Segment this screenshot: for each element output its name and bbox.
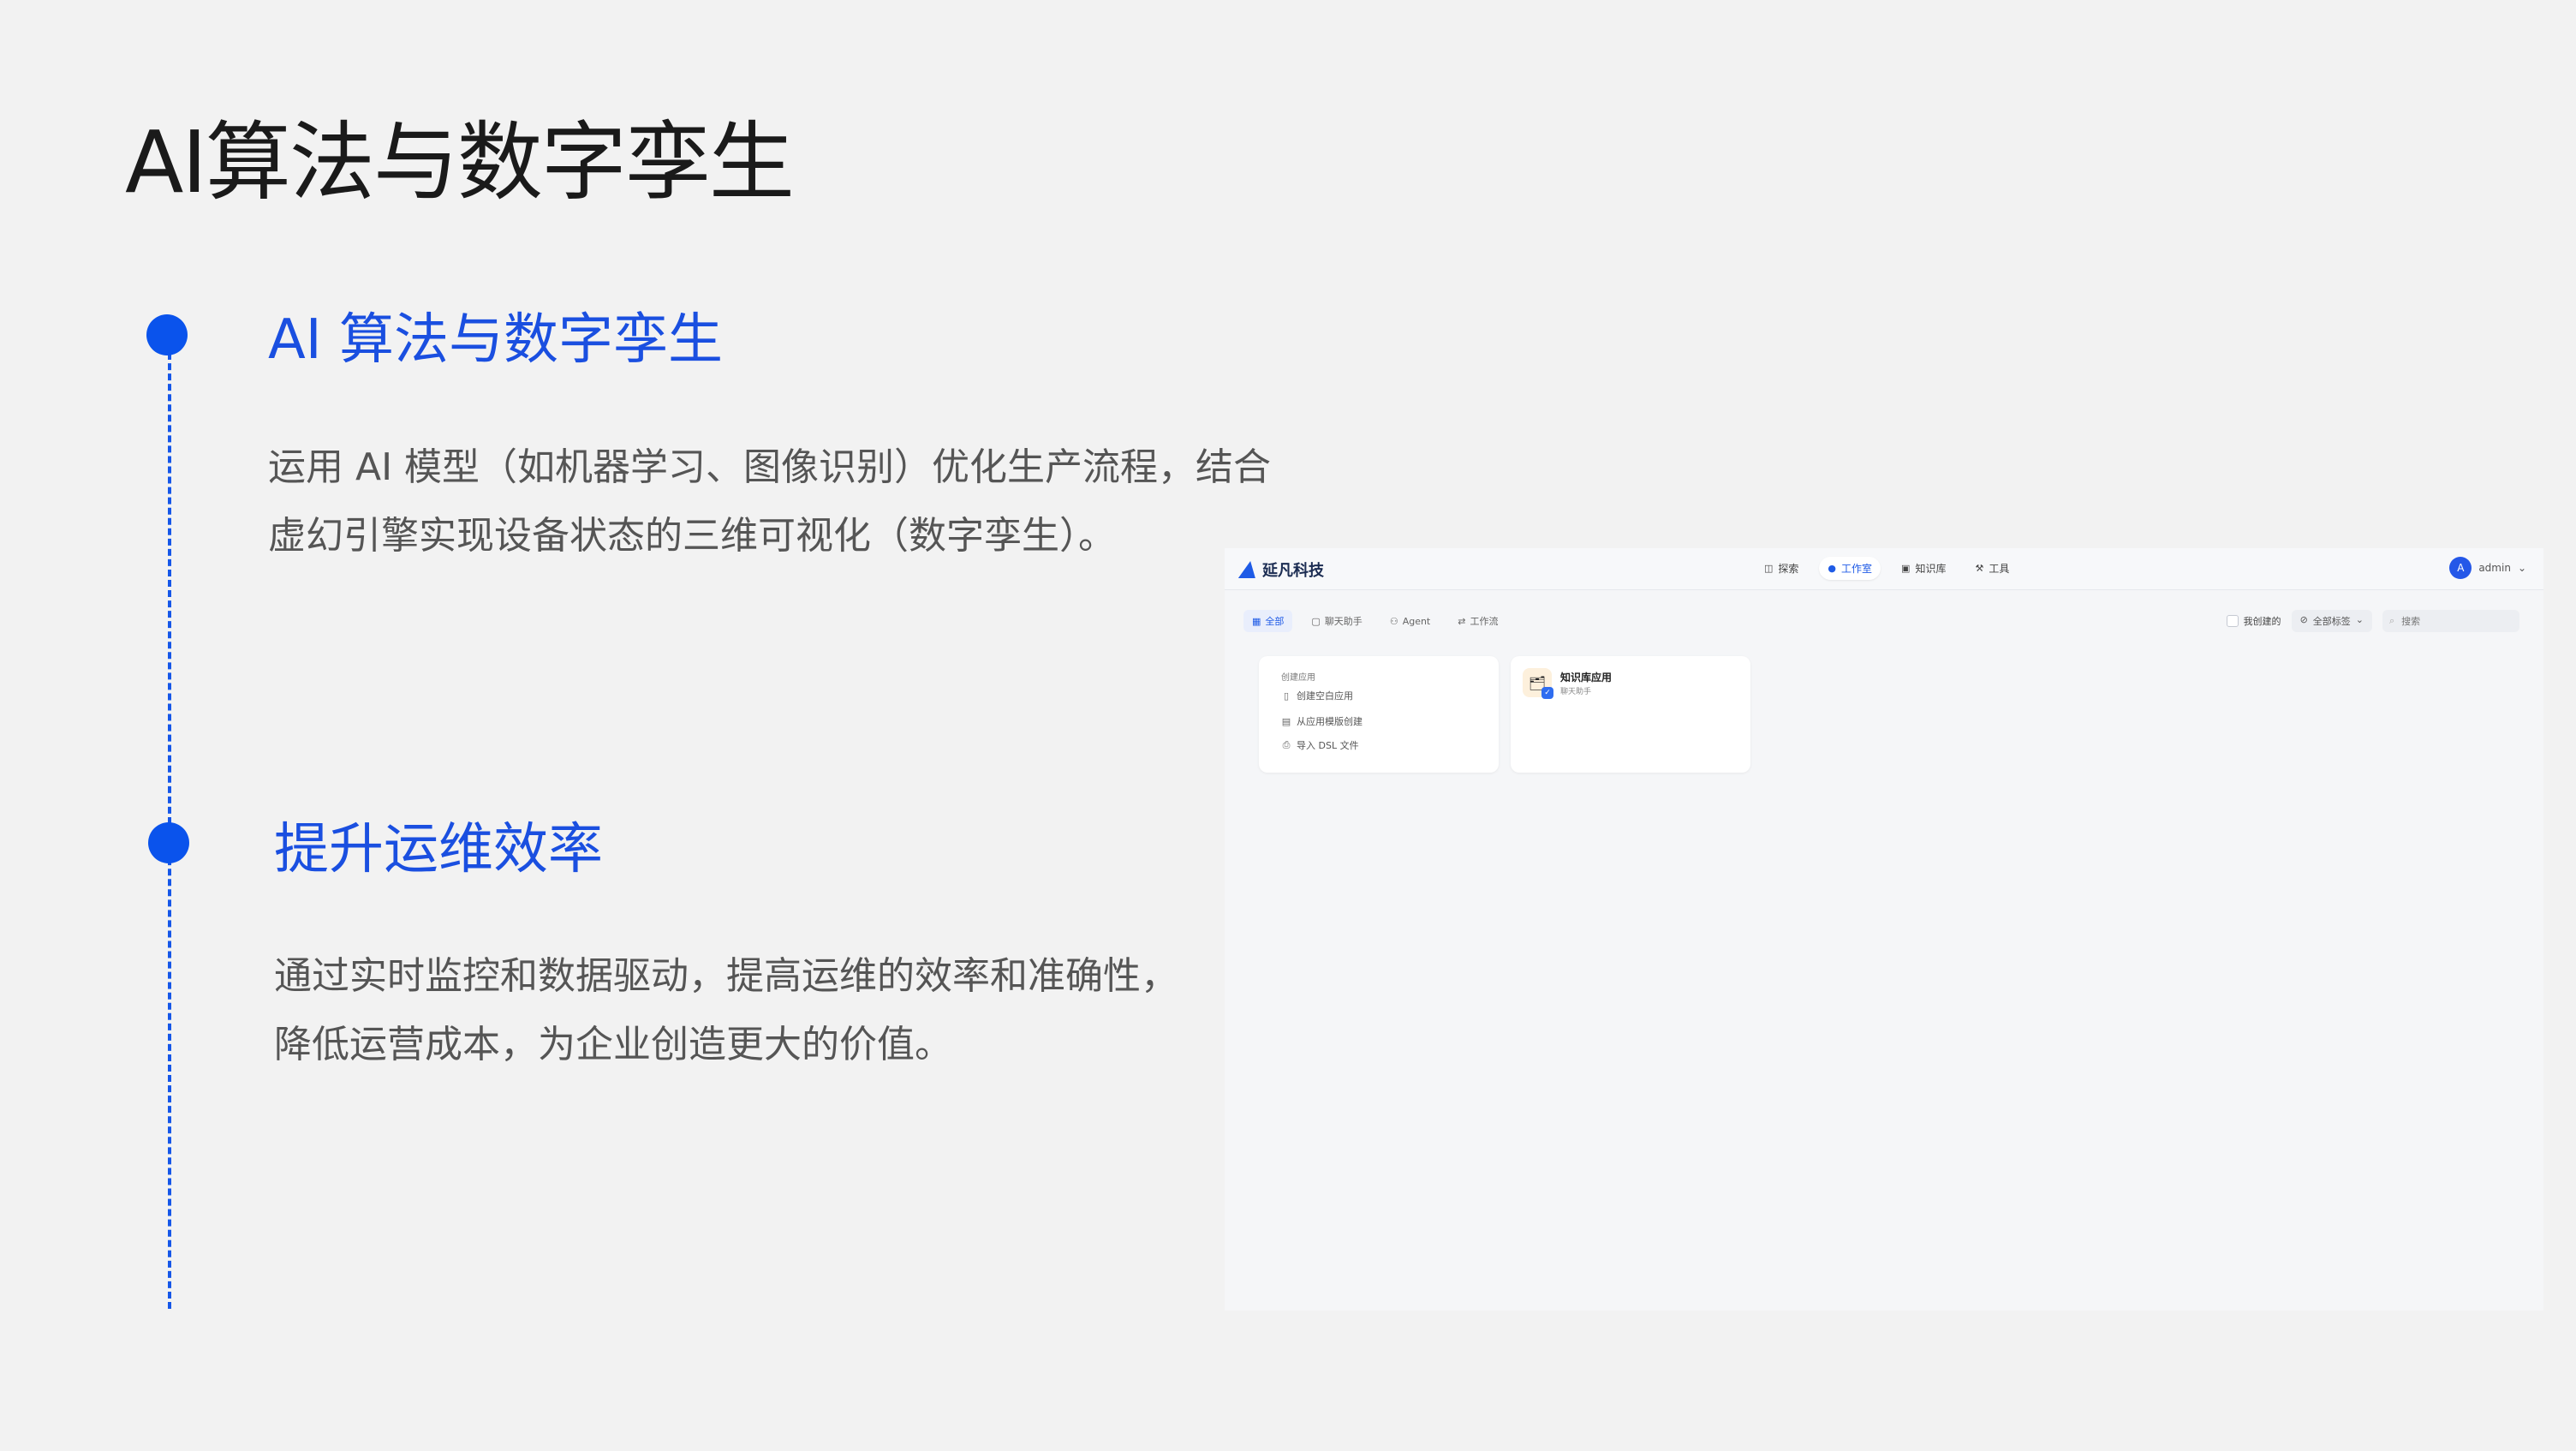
search-box: ⌕ xyxy=(2382,610,2519,632)
import-dsl[interactable]: ⎙ 导入 DSL 文件 xyxy=(1281,738,1359,752)
section-title: AI 算法与数字孪生 xyxy=(268,308,723,372)
card-heading: 创建应用 xyxy=(1281,673,1315,683)
section-title: 提升运维效率 xyxy=(274,818,603,881)
checkbox[interactable] xyxy=(2226,615,2239,627)
template-icon: ▤ xyxy=(1281,715,1291,727)
chat-badge-icon: ✓ xyxy=(1541,687,1553,699)
create-from-template[interactable]: ▤ 从应用模版创建 xyxy=(1281,714,1363,728)
checkbox-label: 我创建的 xyxy=(2243,616,2281,627)
section-description: 通过实时监控和数据驱动，提高运维的效率和准确性， 降低运营成本，为企业创造更大的… xyxy=(274,942,1345,1079)
mine-checkbox[interactable]: 我创建的 xyxy=(2226,614,2281,628)
tab-chat-assistant[interactable]: ▢ 聊天助手 xyxy=(1303,610,1370,632)
tab-all[interactable]: ▦ 全部 xyxy=(1243,610,1293,632)
description-line: 降低运营成本，为企业创造更大的价值。 xyxy=(274,1023,952,1066)
nav-knowledge[interactable]: ▣ 知识库 xyxy=(1893,557,1954,580)
tab-label: 全部 xyxy=(1265,616,1285,627)
brand[interactable]: 延凡科技 xyxy=(1237,558,1324,581)
file-icon: ▯ xyxy=(1283,690,1290,702)
description-line: 通过实时监控和数据驱动，提高运维的效率和准确性， xyxy=(274,954,1178,998)
nav-label: 探索 xyxy=(1778,563,1799,575)
workflow-icon: ⇄ xyxy=(1458,615,1466,627)
create-blank-app[interactable]: ▯ 创建空白应用 xyxy=(1281,689,1353,702)
brand-name: 延凡科技 xyxy=(1262,562,1324,580)
avatar: A xyxy=(2449,557,2472,579)
app-screenshot: 延凡科技 ◫ 探索 ● 工作室 ▣ 知识库 ⚒ 工具 A admin ⌄ ▦ 全… xyxy=(1225,548,2543,1311)
chat-icon: ▢ xyxy=(1311,615,1321,627)
nav-label: 知识库 xyxy=(1915,563,1947,575)
create-app-card: 创建应用 ▯ 创建空白应用 ▤ 从应用模版创建 ⎙ 导入 DSL 文件 xyxy=(1259,656,1499,773)
explore-icon: ◫ xyxy=(1764,563,1774,574)
tab-label: 聊天助手 xyxy=(1324,616,1363,627)
nav-explore[interactable]: ◫ 探索 xyxy=(1756,557,1807,580)
search-input[interactable] xyxy=(2400,614,2507,628)
studio-icon: ● xyxy=(1828,563,1837,574)
chevron-down-icon: ⌄ xyxy=(2517,562,2526,574)
tool-icon: ⚒ xyxy=(1975,563,1984,574)
page-title: AI算法与数字孪生 xyxy=(125,112,795,212)
chevron-down-icon: ⌄ xyxy=(2355,614,2364,625)
grid-icon: ▦ xyxy=(1252,615,1261,627)
app-header: 延凡科技 ◫ 探索 ● 工作室 ▣ 知识库 ⚒ 工具 A admin ⌄ xyxy=(1225,548,2543,590)
app-type-tabs: ▦ 全部 ▢ 聊天助手 ⚇ Agent ⇄ 工作流 xyxy=(1243,610,1506,632)
create-item-label: 从应用模版创建 xyxy=(1297,716,1363,727)
tag-select-label: 全部标签 xyxy=(2312,616,2351,627)
tab-agent[interactable]: ⚇ Agent xyxy=(1381,610,1439,632)
app-type: 聊天助手 xyxy=(1560,688,1592,696)
timeline-dot xyxy=(148,822,189,863)
description-line: 运用 AI 模型（如机器学习、图像识别）优化生产流程，结合 xyxy=(268,445,1272,489)
section-description: 运用 AI 模型（如机器学习、图像识别）优化生产流程，结合 虚幻引擎实现设备状态… xyxy=(268,433,1339,570)
agent-icon: ⚇ xyxy=(1389,615,1398,627)
app-card[interactable]: 🗂 ✓ 知识库应用 聊天助手 xyxy=(1511,656,1750,773)
search-icon: ⌕ xyxy=(2389,615,2395,626)
filters: 我创建的 ⊘ 全部标签 ⌄ ⌕ xyxy=(2226,610,2519,632)
create-item-label: 创建空白应用 xyxy=(1297,690,1353,702)
tag-icon: ⊘ xyxy=(2299,614,2308,625)
tab-workflow[interactable]: ⇄ 工作流 xyxy=(1449,610,1506,632)
create-item-label: 导入 DSL 文件 xyxy=(1297,740,1359,751)
nav-tools[interactable]: ⚒ 工具 xyxy=(1966,557,2018,580)
import-icon: ⎙ xyxy=(1282,739,1291,750)
nav-label: 工具 xyxy=(1989,563,2010,575)
tag-filter-select[interactable]: ⊘ 全部标签 ⌄ xyxy=(2291,610,2372,632)
app-name: 知识库应用 xyxy=(1560,672,1613,684)
description-line: 虚幻引擎实现设备状态的三维可视化（数字孪生）。 xyxy=(268,514,1116,558)
tab-label: Agent xyxy=(1402,615,1431,627)
top-nav: ◫ 探索 ● 工作室 ▣ 知识库 ⚒ 工具 xyxy=(1756,557,2018,580)
knowledge-icon: ▣ xyxy=(1901,563,1911,574)
nav-label: 工作室 xyxy=(1841,563,1873,575)
brand-logo-icon xyxy=(1237,561,1260,578)
timeline-dot xyxy=(146,314,188,355)
tab-label: 工作流 xyxy=(1470,616,1499,627)
user-menu[interactable]: A admin ⌄ xyxy=(2449,557,2526,579)
nav-studio[interactable]: ● 工作室 xyxy=(1819,557,1881,580)
user-name: admin xyxy=(2478,562,2511,574)
